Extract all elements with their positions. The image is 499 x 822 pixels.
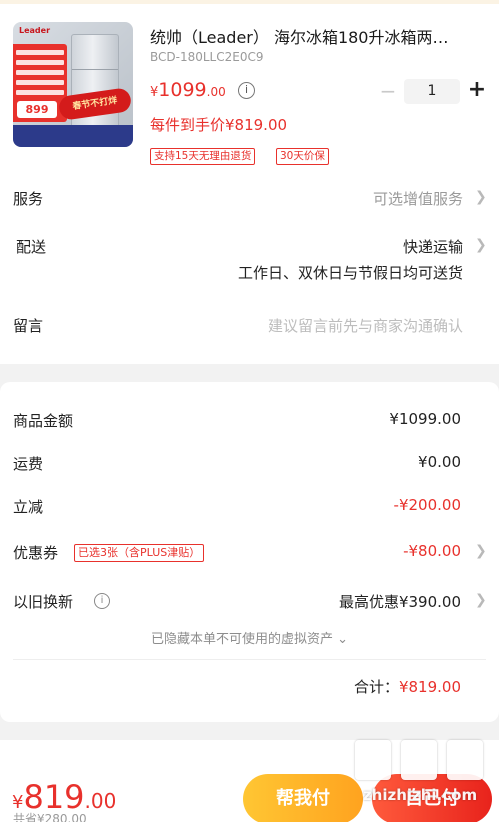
product-title[interactable]: 统帅（Leader） 海尔冰箱180升冰箱两… [150, 24, 485, 48]
product-thumbnail[interactable]: Leader 899 春节不打烊 [13, 22, 133, 147]
product-model: BCD-180LLC2E0C9 [150, 50, 264, 64]
message-input[interactable]: 建议留言前先与商家沟通确认 [268, 315, 463, 336]
checkout-bar: ¥819.00 共省¥280.00 帮我付 自己付 [0, 740, 499, 822]
shipping-value: ¥0.00 [418, 453, 461, 471]
service-label: 服务 [13, 190, 44, 208]
chevron-right-icon[interactable]: ❯ [475, 543, 487, 559]
coupon-value[interactable]: -¥80.00 [403, 542, 461, 560]
delivery-note: 工作日、双休日与节假日均可送货 [237, 264, 463, 282]
coupon-selected-tag[interactable]: 已选3张（含PLUS津贴） [74, 544, 205, 562]
pay-myself-button[interactable]: 自己付 [372, 774, 492, 822]
decrease-quantity-button[interactable]: − [378, 80, 398, 102]
thumb-bottom-bar [13, 125, 133, 147]
thumb-brand: Leader [19, 26, 51, 35]
order-total: 合计：¥819.00 [353, 678, 461, 696]
increase-quantity-button[interactable]: + [466, 77, 488, 103]
info-icon[interactable]: i [238, 82, 255, 99]
order-item-card: Leader 899 春节不打烊 统帅（Leader） 海尔冰箱180升冰箱两…… [0, 4, 499, 364]
quantity-field[interactable]: 1 [404, 79, 460, 104]
divider [13, 659, 486, 660]
chevron-down-icon: ⌄ [337, 632, 349, 647]
message-label: 留言 [13, 317, 44, 335]
final-price: 每件到手价¥819.00 [150, 116, 288, 134]
delivery-method[interactable]: 快递运输 [403, 236, 463, 257]
chevron-right-icon[interactable]: ❯ [475, 592, 487, 608]
discount-label: 立减 [13, 498, 44, 516]
goods-amount-label: 商品金额 [13, 412, 74, 430]
service-value[interactable]: 可选增值服务 [373, 188, 463, 209]
delivery-label: 配送 [16, 238, 47, 256]
chevron-right-icon[interactable]: ❯ [475, 189, 487, 205]
fridge-image [71, 34, 119, 134]
help-me-pay-button[interactable]: 帮我付 [243, 774, 363, 822]
coupon-label: 优惠券 [13, 544, 59, 562]
unit-price: ¥1099.00 [150, 79, 226, 101]
trade-in-value[interactable]: 最高优惠¥390.00 [339, 591, 461, 612]
trade-in-label: 以旧换新 [13, 593, 74, 611]
chevron-right-icon[interactable]: ❯ [475, 237, 487, 253]
saved-amount: 共省¥280.00 [13, 812, 87, 822]
hidden-assets-note[interactable]: 已隐藏本单不可使用的虚拟资产 ⌄ [0, 628, 499, 647]
return-policy-badge: 支持15天无理由退货 [150, 148, 256, 165]
discount-value: -¥200.00 [393, 496, 461, 514]
goods-amount-value: ¥1099.00 [389, 410, 461, 428]
shipping-label: 运费 [13, 455, 44, 473]
price-protection-badge: 30天价保 [276, 148, 329, 165]
thumb-price-tag: 899 [17, 101, 57, 118]
price-summary-card: 商品金额 ¥1099.00 运费 ¥0.00 立减 -¥200.00 优惠券 已… [0, 382, 499, 722]
thumb-ribbon: 春节不打烊 [57, 87, 133, 121]
question-icon[interactable]: i [94, 593, 110, 609]
